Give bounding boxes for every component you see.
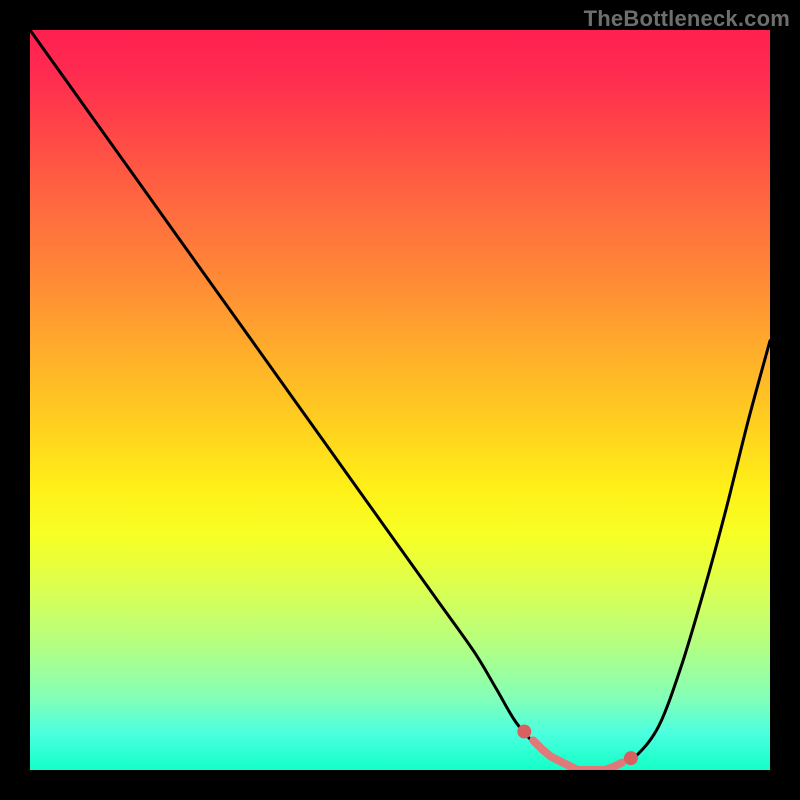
watermark-text: TheBottleneck.com <box>584 6 790 32</box>
curves-layer <box>30 30 770 770</box>
bottleneck-curve <box>30 30 770 770</box>
plot-area <box>30 30 770 770</box>
chart-container: TheBottleneck.com <box>0 0 800 800</box>
optimal-dot-right <box>624 751 638 765</box>
optimal-dot-left <box>517 725 531 739</box>
optimal-band <box>533 740 622 770</box>
